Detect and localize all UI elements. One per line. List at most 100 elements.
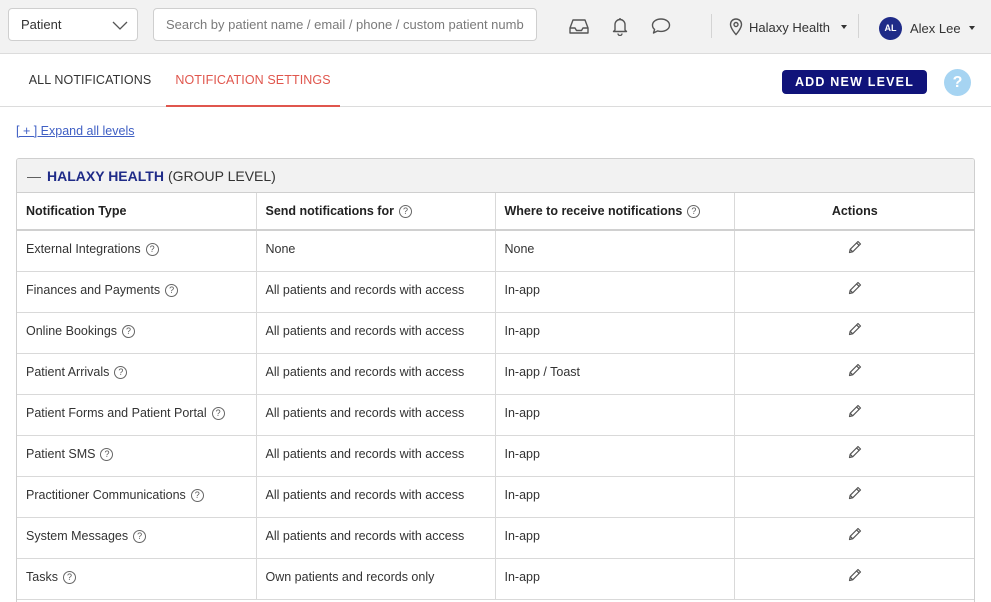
pencil-icon[interactable] bbox=[847, 526, 863, 542]
actions-cell bbox=[733, 229, 974, 272]
help-icon[interactable]: ? bbox=[944, 69, 971, 96]
inbox-icon[interactable] bbox=[568, 15, 590, 37]
actions-cell bbox=[733, 516, 974, 559]
actions-cell bbox=[733, 270, 974, 313]
notification-type-label: Patient Arrivals bbox=[26, 364, 110, 379]
table-row: External Integrations? None None bbox=[17, 229, 974, 272]
divider bbox=[711, 14, 712, 38]
org-name: Halaxy Health bbox=[749, 19, 830, 35]
table-row: Tasks? Own patients and records only In-ap… bbox=[17, 557, 974, 600]
table-header-row: Notification Type Send notifications for… bbox=[17, 193, 974, 231]
notification-settings-table: Notification Type Send notifications for… bbox=[17, 193, 974, 600]
expand-all-levels-link[interactable]: [ + ] Expand all levels bbox=[16, 124, 134, 138]
send-for-cell: All patients and records with access bbox=[255, 516, 496, 559]
notification-type-label: System Messages bbox=[26, 528, 129, 543]
help-circle-icon[interactable]: ? bbox=[122, 324, 136, 338]
panel-header: — HALAXY HEALTH (GROUP LEVEL) bbox=[17, 159, 974, 193]
send-for-cell: All patients and records with access bbox=[255, 311, 496, 354]
help-circle-icon[interactable]: ? bbox=[114, 365, 128, 379]
send-for-cell: All patients and records with access bbox=[255, 352, 496, 395]
help-circle-icon[interactable]: ? bbox=[190, 488, 204, 502]
table-row: System Messages? All patients and records… bbox=[17, 516, 974, 559]
where-cell: None bbox=[494, 229, 735, 272]
notification-type-label: Finances and Payments bbox=[26, 282, 161, 297]
pencil-icon[interactable] bbox=[847, 239, 863, 255]
caret-down-icon bbox=[840, 25, 847, 29]
group-level-panel: — HALAXY HEALTH (GROUP LEVEL) Notificati… bbox=[16, 158, 975, 602]
notification-type-cell: System Messages? bbox=[17, 516, 257, 559]
where-cell: In-app bbox=[494, 475, 735, 518]
column-header: Notification Type bbox=[17, 193, 257, 231]
send-for-cell: All patients and records with access bbox=[255, 434, 496, 477]
avatar: AL bbox=[879, 16, 902, 40]
column-header: Actions bbox=[733, 193, 974, 231]
notification-type-label: Patient Forms and Patient Portal bbox=[26, 405, 207, 420]
notification-type-cell: Patient Forms and Patient Portal? bbox=[17, 393, 257, 436]
help-circle-icon[interactable]: ? bbox=[211, 406, 225, 420]
notification-type-label: Online Bookings bbox=[26, 323, 118, 338]
send-for-cell: All patients and records with access bbox=[255, 393, 496, 436]
notification-type-label: Tasks bbox=[26, 569, 58, 584]
table-row: Finances and Payments? All patients and r… bbox=[17, 270, 974, 313]
pencil-icon[interactable] bbox=[847, 485, 863, 501]
chevron-down-icon bbox=[112, 21, 128, 30]
table-row: Patient Forms and Patient Portal? All pat… bbox=[17, 393, 974, 436]
pencil-icon[interactable] bbox=[847, 567, 863, 583]
pencil-icon[interactable] bbox=[847, 444, 863, 460]
chat-icon[interactable] bbox=[650, 15, 672, 37]
search-type-value: Patient bbox=[21, 17, 62, 32]
send-for-cell: Own patients and records only bbox=[255, 557, 496, 600]
notification-type-cell: Patient SMS? bbox=[17, 434, 257, 477]
org-switcher[interactable]: Halaxy Health bbox=[729, 14, 847, 40]
caret-down-icon bbox=[968, 26, 975, 30]
user-name: Alex Lee bbox=[910, 20, 961, 36]
notification-type-cell: Practitioner Communications? bbox=[17, 475, 257, 518]
pencil-icon[interactable] bbox=[847, 321, 863, 337]
help-circle-icon[interactable]: ? bbox=[145, 242, 159, 256]
notification-type-cell: External Integrations? bbox=[17, 229, 257, 272]
actions-cell bbox=[733, 434, 974, 477]
notification-type-cell: Online Bookings? bbox=[17, 311, 257, 354]
search-input[interactable] bbox=[153, 8, 537, 41]
actions-cell bbox=[733, 557, 974, 600]
help-circle-icon[interactable]: ? bbox=[165, 283, 179, 297]
level-org-name: HALAXY HEALTH bbox=[47, 167, 164, 184]
column-header: Send notifications for? bbox=[255, 193, 496, 231]
help-circle-icon[interactable]: ? bbox=[133, 529, 147, 543]
where-cell: In-app bbox=[494, 516, 735, 559]
column-header: Where to receive notifications? bbox=[494, 193, 735, 231]
help-circle-icon[interactable]: ? bbox=[398, 205, 412, 218]
send-for-cell: None bbox=[255, 229, 496, 272]
where-cell: In-app bbox=[494, 393, 735, 436]
table-row: Patient SMS? All patients and records wit… bbox=[17, 434, 974, 477]
help-circle-icon[interactable]: ? bbox=[62, 570, 76, 584]
send-for-cell: All patients and records with access bbox=[255, 270, 496, 313]
send-for-cell: All patients and records with access bbox=[255, 475, 496, 518]
pencil-icon[interactable] bbox=[847, 362, 863, 378]
help-circle-icon[interactable]: ? bbox=[687, 205, 701, 218]
pencil-icon[interactable] bbox=[847, 403, 863, 419]
notification-type-cell: Patient Arrivals? bbox=[17, 352, 257, 395]
actions-cell bbox=[733, 475, 974, 518]
pencil-icon[interactable] bbox=[847, 280, 863, 296]
top-bar: Patient Halaxy Health AL Alex Lee bbox=[0, 0, 991, 54]
where-cell: In-app bbox=[494, 557, 735, 600]
where-cell: In-app / Toast bbox=[494, 352, 735, 395]
where-cell: In-app bbox=[494, 434, 735, 477]
search-type-select[interactable]: Patient bbox=[8, 8, 138, 41]
where-cell: In-app bbox=[494, 311, 735, 354]
user-menu[interactable]: AL Alex Lee bbox=[879, 16, 975, 40]
tab-notification-settings[interactable]: NOTIFICATION SETTINGS bbox=[166, 54, 340, 107]
notification-type-cell: Tasks? bbox=[17, 557, 257, 600]
table-row: Online Bookings? All patients and records… bbox=[17, 311, 974, 354]
bell-icon[interactable] bbox=[609, 15, 631, 37]
tab-all-notifications[interactable]: ALL NOTIFICATIONS bbox=[16, 54, 164, 106]
notification-type-cell: Finances and Payments? bbox=[17, 270, 257, 313]
divider bbox=[858, 14, 859, 38]
collapse-toggle[interactable]: — bbox=[27, 168, 41, 184]
level-type: (GROUP LEVEL) bbox=[167, 167, 276, 184]
actions-cell bbox=[733, 393, 974, 436]
where-cell: In-app bbox=[494, 270, 735, 313]
add-new-level-button[interactable]: ADD NEW LEVEL bbox=[782, 70, 927, 94]
help-circle-icon[interactable]: ? bbox=[100, 447, 114, 461]
